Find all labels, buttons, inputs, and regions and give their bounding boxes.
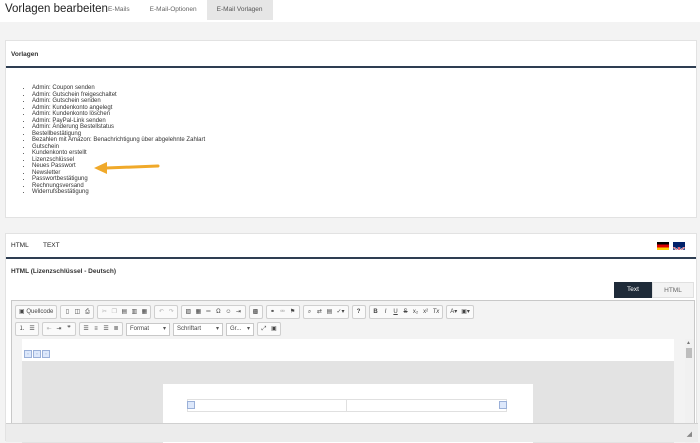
italic-button[interactable]: I: [381, 306, 391, 318]
template-item[interactable]: Bezahlen mit Amazon: Benachrichtigung üb…: [32, 137, 205, 144]
background-color-icon[interactable]: ▣▾: [459, 306, 472, 318]
maximize-icon[interactable]: ⤢: [259, 323, 269, 335]
block-icon[interactable]: ▫: [24, 350, 32, 358]
spellcheck-icon[interactable]: ✓▾: [335, 306, 347, 318]
qr-icon[interactable]: ▩: [251, 306, 261, 318]
cut-icon[interactable]: ✂: [99, 306, 109, 318]
templates-panel: Vorlagen Admin: Coupon senden Admin: Gut…: [5, 40, 697, 218]
paste-icon[interactable]: ▤: [119, 306, 129, 318]
special-char-icon[interactable]: Ω: [213, 306, 223, 318]
font-dropdown[interactable]: Schriftart: [173, 322, 224, 336]
placeholder-image-icon: [187, 401, 195, 409]
top-bar: Vorlagen bearbeiten E-Mails E-Mail-Optio…: [0, 0, 700, 22]
smiley-icon[interactable]: ☺: [223, 306, 233, 318]
anchor-flag-icon[interactable]: ⚑: [288, 306, 298, 318]
undo-icon[interactable]: ↶: [156, 306, 166, 318]
annotation-arrow-icon: [94, 162, 160, 174]
template-item[interactable]: Widerrufsbestätigung: [32, 189, 205, 196]
strikethrough-button[interactable]: S: [401, 306, 411, 318]
horizontal-line-icon[interactable]: ═: [203, 306, 213, 318]
placeholder-image-icon: [499, 401, 507, 409]
underline-button[interactable]: U: [391, 306, 401, 318]
editor-panel: HTML TEXT HTML (Lizenzschlüssel - Deutsc…: [5, 233, 698, 443]
block-icon[interactable]: ▫: [42, 350, 50, 358]
outdent-icon[interactable]: ⇤: [44, 323, 54, 335]
unlink-icon[interactable]: ⚮: [278, 306, 288, 318]
scroll-thumb[interactable]: [686, 348, 692, 358]
find-icon[interactable]: ⌕: [305, 306, 315, 318]
redo-icon[interactable]: ↷: [166, 306, 176, 318]
resize-handle-icon[interactable]: ◢: [687, 430, 692, 438]
tab-html[interactable]: HTML: [11, 242, 29, 249]
mode-text-button[interactable]: Text: [614, 282, 652, 298]
templates-panel-title: Vorlagen: [6, 41, 696, 68]
format-dropdown[interactable]: Format: [126, 322, 171, 336]
tab-emails[interactable]: E-Mails: [98, 0, 140, 20]
source-code-label: Quellcode: [26, 309, 54, 315]
show-blocks-icon[interactable]: ▣: [269, 323, 279, 335]
align-right-icon[interactable]: ☰: [101, 323, 111, 335]
text-color-icon[interactable]: A▾: [448, 306, 459, 318]
remove-format-icon[interactable]: Tx: [431, 306, 442, 318]
template-list: Admin: Coupon senden Admin: Gutschein fr…: [32, 85, 205, 196]
link-icon[interactable]: ⚭: [268, 306, 278, 318]
top-tabs: E-Mails E-Mail-Optionen E-Mail Vorlagen: [98, 0, 273, 22]
numbered-list-icon[interactable]: ⒈: [17, 323, 27, 335]
preview-icon[interactable]: ◫: [72, 306, 82, 318]
help-icon[interactable]: ?: [354, 306, 364, 318]
email-header-row: [187, 399, 507, 412]
mode-html-button[interactable]: HTML: [652, 282, 694, 298]
superscript-button[interactable]: x²: [421, 306, 431, 318]
replace-icon[interactable]: ⇄: [315, 306, 325, 318]
page-title: Vorlagen bearbeiten: [5, 3, 108, 15]
tab-email-options[interactable]: E-Mail-Optionen: [140, 0, 207, 20]
size-dropdown[interactable]: Gr...: [226, 322, 255, 336]
image-icon[interactable]: ▨: [183, 306, 193, 318]
german-flag-icon[interactable]: [657, 242, 669, 250]
table-icon[interactable]: ▦: [193, 306, 203, 318]
align-center-icon[interactable]: ≡: [91, 323, 101, 335]
tab-email-templates[interactable]: E-Mail Vorlagen: [206, 0, 273, 20]
english-flag-icon[interactable]: [673, 242, 685, 250]
blockquote-icon[interactable]: ❞: [64, 323, 74, 335]
align-left-icon[interactable]: ☰: [81, 323, 91, 335]
editor-status-bar: ◢: [6, 423, 698, 442]
new-page-icon[interactable]: ▯: [62, 306, 72, 318]
print-icon[interactable]: ⎙: [82, 306, 92, 318]
toolbar-row-1: ▣ Quellcode ▯ ◫ ⎙ ✂ ❐ ▤ ▥ ▦ ↶ ↷ ▨ ▦ ═ Ω …: [15, 305, 477, 319]
align-justify-icon[interactable]: ≣: [111, 323, 121, 335]
bold-button[interactable]: B: [371, 306, 381, 318]
subscript-button[interactable]: x₂: [411, 306, 421, 318]
rich-text-editor: ▣ Quellcode ▯ ◫ ⎙ ✂ ❐ ▤ ▥ ▦ ↶ ↷ ▨ ▦ ═ Ω …: [11, 300, 695, 443]
mini-tabs: ▫ ▫ ▫: [24, 350, 51, 358]
tab-text[interactable]: TEXT: [43, 242, 60, 249]
content-type-tabs: HTML TEXT: [6, 234, 696, 259]
indent-icon[interactable]: ⇥: [54, 323, 64, 335]
block-icon[interactable]: ▫: [33, 350, 41, 358]
copy-icon[interactable]: ❐: [109, 306, 119, 318]
scroll-up-icon[interactable]: ▲: [686, 340, 691, 346]
toolbar-row-2: ⒈ ☰ ⇤ ⇥ ❞ ☰ ≡ ☰ ≣ Format Schriftart Gr..…: [15, 322, 284, 336]
paste-word-icon[interactable]: ▦: [139, 306, 149, 318]
paste-text-icon[interactable]: ▥: [129, 306, 139, 318]
editor-section-label: HTML (Lizenzschlüssel - Deutsch): [11, 268, 116, 275]
page-break-icon[interactable]: ⇥: [234, 306, 244, 318]
source-code-button[interactable]: ▣ Quellcode: [17, 306, 55, 318]
bullet-list-icon[interactable]: ☰: [27, 323, 37, 335]
select-all-icon[interactable]: ▤: [325, 306, 335, 318]
